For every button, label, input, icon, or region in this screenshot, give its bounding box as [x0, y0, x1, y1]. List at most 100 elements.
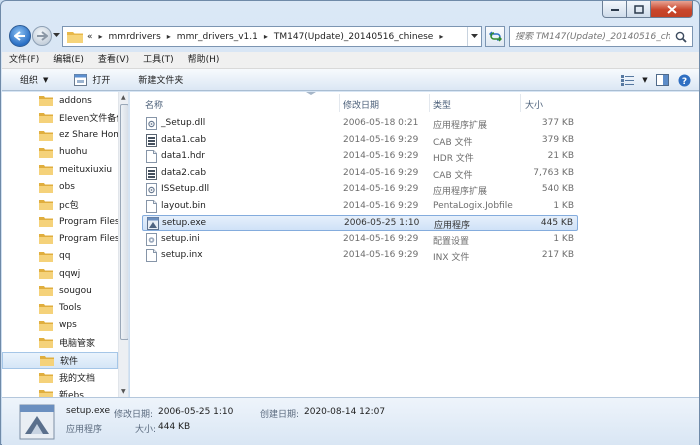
minimize-button[interactable]: [602, 1, 627, 18]
file-row[interactable]: data1.cab 2014-05-16 9:29 CAB 文件 379 KB: [142, 133, 578, 149]
view-options-dropdown[interactable]: ▼: [639, 72, 651, 88]
nav-tree-item[interactable]: huohu: [2, 144, 118, 161]
change-view-button[interactable]: [617, 72, 639, 88]
nav-tree-item-label: Tools: [59, 303, 82, 314]
file-row[interactable]: layout.bin 2014-05-16 9:29 PentaLogix.Jobf…: [142, 199, 578, 215]
nav-tree-item[interactable]: 软件: [2, 351, 118, 369]
breadcrumb-mmrdrivers[interactable]: mmrdrivers: [109, 32, 161, 42]
file-row[interactable]: ISSetup.dll 2014-05-16 9:29 应用程序扩展 540 KB: [142, 182, 578, 198]
nav-tree-item-label: 新ebs: [59, 391, 84, 397]
open-button[interactable]: 打开: [58, 69, 120, 91]
file-size: 377 KB: [541, 118, 574, 128]
breadcrumb-chevron[interactable]: ▸: [439, 32, 443, 41]
file-row[interactable]: setup.ini 2014-05-16 9:29 配置设置 1 KB: [142, 232, 578, 248]
file-modified-date: 2014-05-16 9:29: [343, 134, 419, 145]
nav-tree-item-label: qq: [59, 251, 71, 262]
nav-tree-item[interactable]: qqwj: [2, 265, 118, 282]
nav-tree-item[interactable]: addons: [2, 92, 118, 109]
file-row[interactable]: data2.cab 2014-05-16 9:29 CAB 文件 7,763 KB: [142, 166, 578, 182]
scrollbar-thumb[interactable]: [120, 104, 128, 340]
file-row[interactable]: _Setup.dll 2006-05-18 0:21 应用程序扩展 377 KB: [142, 116, 578, 132]
chevron-down-icon: ▼: [43, 75, 49, 84]
nav-tree-item[interactable]: qq: [2, 248, 118, 265]
nav-tree-item[interactable]: Program Files: [2, 230, 118, 247]
nav-tree-item[interactable]: pc包: [2, 196, 118, 213]
nav-tree-item[interactable]: Eleven文件备份: [2, 109, 118, 126]
scroll-up-arrow[interactable]: ▲: [121, 94, 126, 101]
file-type: 应用程序扩展: [433, 121, 488, 131]
file-row[interactable]: data1.hdr 2014-05-16 9:29 HDR 文件 21 KB: [142, 149, 578, 165]
menu-edit[interactable]: 编辑(E): [46, 52, 91, 69]
file-type: 应用程序: [434, 221, 471, 231]
details-pane: setup.exe 修改日期: 2006-05-25 1:10 创建日期: 20…: [2, 397, 699, 445]
nav-tree-item[interactable]: 新ebs: [2, 386, 118, 397]
nav-tree-item[interactable]: Program Files: [2, 213, 118, 230]
file-size: 217 KB: [541, 250, 574, 260]
navigation-pane: addons Eleven文件备份 ez Share Hom huohu meituxi…: [2, 92, 129, 397]
chevron-down-icon: [471, 34, 478, 38]
close-icon: [666, 4, 677, 14]
file-name: setup.inx: [161, 250, 203, 260]
scroll-down-arrow[interactable]: ▼: [121, 388, 126, 395]
file-name: _Setup.dll: [161, 118, 206, 128]
nav-tree-item[interactable]: sougou: [2, 282, 118, 299]
nav-tree-item-label: Program Files: [59, 233, 118, 244]
address-row: « ▸ mmrdrivers ▸ mmr_drivers_v1.1 ▸ TM14…: [1, 23, 700, 51]
search-icon[interactable]: [675, 31, 687, 43]
column-divider[interactable]: [339, 94, 340, 112]
file-name: setup.exe: [162, 218, 206, 228]
nav-tree-item-label: meituxiuxiu: [59, 164, 113, 175]
column-header-size[interactable]: 大小: [525, 96, 543, 112]
nav-tree-item[interactable]: meituxiuxiu: [2, 161, 118, 178]
nav-tree-item[interactable]: wps: [2, 317, 118, 334]
nav-tree-item[interactable]: obs: [2, 179, 118, 196]
breadcrumb-chevron[interactable]: ▸: [167, 32, 171, 41]
sort-indicator-icon: [306, 92, 316, 95]
preview-pane-button[interactable]: [651, 72, 673, 88]
breadcrumb-chevron[interactable]: ▸: [99, 32, 103, 41]
folder-icon: [39, 303, 53, 314]
menu-tools[interactable]: 工具(T): [136, 52, 181, 69]
help-button[interactable]: ?: [673, 72, 695, 88]
nav-tree-item[interactable]: 电脑管家: [2, 334, 118, 351]
file-type: 配置设置: [433, 236, 470, 247]
organize-button[interactable]: 组织 ▼: [2, 69, 58, 91]
breadcrumb-mmr-drivers[interactable]: mmr_drivers_v1.1: [177, 32, 258, 42]
menu-help[interactable]: 帮助(H): [181, 52, 227, 69]
cab-icon: [146, 133, 157, 147]
file-row[interactable]: setup.inx 2014-05-16 9:29 INX 文件 217 KB: [142, 248, 578, 264]
navigation-scrollbar[interactable]: ▲ ▼: [118, 92, 128, 397]
address-history-dropdown[interactable]: [467, 27, 481, 46]
file-icon: [146, 150, 157, 163]
menu-view[interactable]: 查看(V): [91, 52, 136, 69]
close-button[interactable]: [651, 1, 693, 18]
new-folder-button[interactable]: 新建文件夹: [120, 69, 193, 91]
forward-button[interactable]: [32, 26, 52, 46]
folder-icon: [39, 269, 53, 279]
column-header-name[interactable]: 名称: [145, 96, 163, 112]
folder-icon: [39, 372, 53, 383]
file-type: 应用程序扩展: [433, 187, 488, 197]
column-divider[interactable]: [429, 94, 430, 112]
file-size: 7,763 KB: [533, 167, 574, 178]
file-row[interactable]: setup.exe 2006-05-25 1:10 应用程序 445 KB: [142, 215, 578, 231]
nav-tree-item[interactable]: ez Share Hom: [2, 127, 118, 144]
breadcrumb-overflow[interactable]: «: [87, 32, 93, 42]
search-input[interactable]: [510, 31, 670, 42]
breadcrumb-current-folder[interactable]: TM147(Update)_20140516_chinese: [274, 32, 434, 42]
back-button[interactable]: [9, 25, 31, 47]
address-bar[interactable]: « ▸ mmrdrivers ▸ mmr_drivers_v1.1 ▸ TM14…: [62, 26, 482, 47]
nav-tree-item[interactable]: 我的文档: [2, 369, 118, 386]
column-divider[interactable]: [520, 94, 521, 112]
breadcrumb-chevron[interactable]: ▸: [264, 32, 268, 41]
menu-file[interactable]: 文件(F): [2, 52, 46, 69]
column-header-type[interactable]: 类型: [433, 96, 451, 112]
recent-pages-dropdown[interactable]: [53, 31, 60, 41]
file-modified-date: 2014-05-16 9:29: [343, 151, 419, 161]
column-header-date[interactable]: 修改日期: [343, 96, 379, 112]
refresh-button[interactable]: [485, 26, 505, 47]
maximize-button[interactable]: [627, 1, 651, 18]
nav-tree-item[interactable]: Tools: [2, 300, 118, 317]
svg-text:?: ?: [681, 77, 686, 87]
details-size-label: 大小:: [135, 425, 157, 435]
